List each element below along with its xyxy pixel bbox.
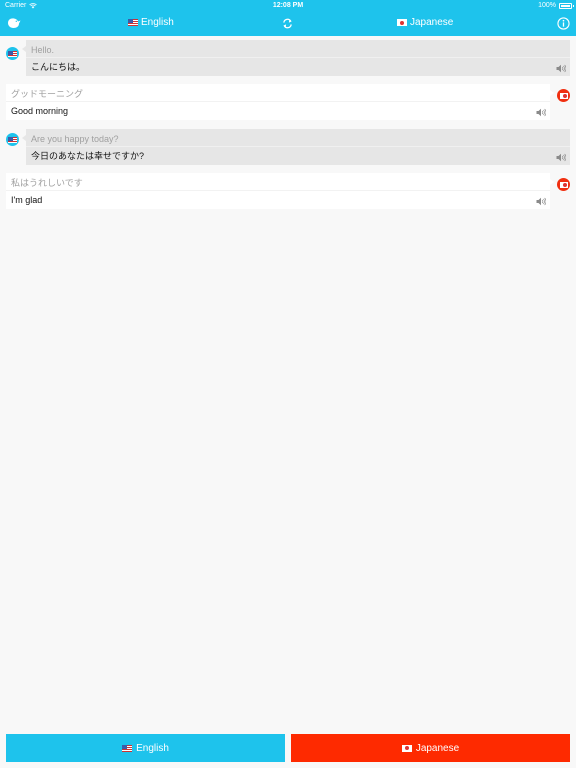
us-flag-icon (128, 19, 138, 26)
top-bar: Carrier 12:08 PM 100% English Japanese (0, 0, 576, 36)
us-flag-icon (122, 744, 133, 752)
translation-text: Good morning (11, 106, 69, 116)
header: English Japanese (0, 13, 576, 36)
speak-japanese-button[interactable]: Japanese (291, 734, 570, 762)
message-bubble[interactable]: Hello. こんにちは。 (22, 40, 570, 76)
tab-english-label: English (141, 17, 174, 28)
swap-arrows-icon[interactable] (282, 18, 293, 29)
source-text: Are you happy today? (31, 134, 119, 144)
battery-icon (559, 2, 574, 9)
speaker-icon[interactable] (536, 197, 546, 206)
source-text: Hello. (31, 45, 55, 55)
status-bar: Carrier 12:08 PM 100% (0, 0, 576, 12)
bird-logo-icon[interactable] (7, 17, 21, 29)
speak-english-button[interactable]: English (6, 734, 285, 762)
message-bubble[interactable]: Are you happy today? 今日のあなたは幸せですか? (22, 129, 570, 165)
tab-japanese[interactable]: Japanese (397, 17, 453, 28)
source-text: 私はうれしいです (11, 178, 83, 188)
tab-japanese-label: Japanese (410, 17, 454, 28)
message-bubble[interactable]: グッドモーニング Good morning (6, 84, 554, 120)
speaker-icon[interactable] (556, 153, 566, 162)
us-flag-icon (8, 136, 17, 143)
translation-text: I'm glad (11, 195, 43, 205)
info-icon[interactable] (557, 17, 570, 30)
japanese-speaker-avatar (557, 89, 570, 102)
message-english: Are you happy today? 今日のあなたは幸せですか? (0, 129, 576, 167)
english-speaker-avatar (6, 47, 19, 60)
message-japanese: グッドモーニング Good morning (0, 84, 576, 122)
translation-text: 今日のあなたは幸せですか? (31, 151, 145, 161)
message-bubble[interactable]: 私はうれしいです I'm glad (6, 173, 554, 209)
message-japanese: 私はうれしいです I'm glad (0, 173, 576, 211)
tab-english[interactable]: English (128, 17, 174, 28)
speak-japanese-label: Japanese (415, 742, 460, 754)
message-english: Hello. こんにちは。 (0, 40, 576, 78)
speaker-icon[interactable] (556, 64, 566, 73)
speak-english-label: English (136, 742, 169, 754)
jp-flag-icon (397, 19, 407, 26)
jp-flag-icon (559, 181, 568, 188)
japanese-speaker-avatar (557, 178, 570, 191)
us-flag-icon (8, 50, 17, 57)
jp-flag-icon (401, 744, 412, 752)
battery-indicator: 100% (538, 2, 574, 9)
source-text: グッドモーニング (11, 89, 84, 99)
speaker-icon[interactable] (536, 108, 546, 117)
battery-percent: 100% (538, 2, 556, 9)
english-speaker-avatar (6, 133, 19, 146)
translation-text: こんにちは。 (31, 62, 86, 72)
jp-flag-icon (559, 92, 568, 99)
status-time: 12:08 PM (272, 2, 304, 9)
